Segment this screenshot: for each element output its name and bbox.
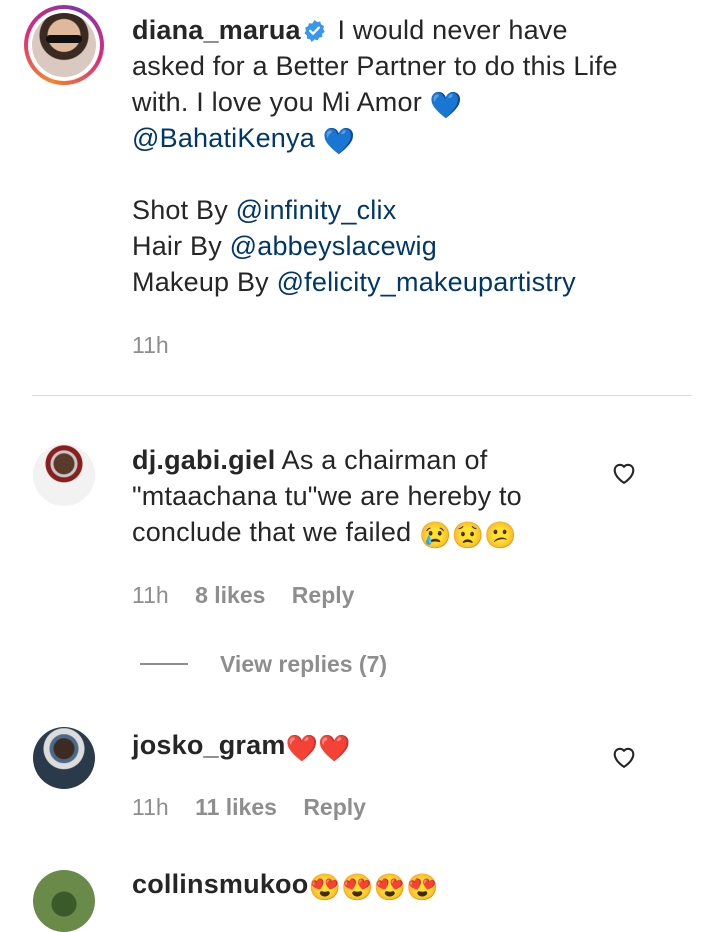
comment-meta: 11h 11 likes Reply <box>132 794 366 821</box>
comment-likes[interactable]: 8 likes <box>195 582 265 608</box>
verified-badge-icon <box>304 19 325 42</box>
comment-time: 11h <box>132 582 169 608</box>
divider <box>32 395 692 396</box>
reply-button[interactable]: Reply <box>303 794 366 820</box>
comment-emojis: ❤️❤️ <box>285 733 351 763</box>
comment-meta: 11h 8 likes Reply <box>132 582 354 609</box>
avatar[interactable] <box>33 727 95 789</box>
view-replies-button[interactable]: View replies (7) <box>220 651 387 678</box>
heart-outline-icon[interactable] <box>610 743 638 771</box>
comment-emojis: 😍😍😍😍 <box>308 872 439 902</box>
mention-link[interactable]: @abbeyslacewig <box>230 231 437 261</box>
avatar[interactable] <box>33 870 95 932</box>
comment-text: collinsmukoo 😍😍😍😍 <box>132 866 612 902</box>
blue-heart-emoji: 💙 <box>322 126 356 156</box>
blue-heart-emoji: 💙 <box>429 90 463 120</box>
caption-time: 11h <box>132 332 169 358</box>
caption-avatar[interactable] <box>24 5 104 85</box>
comment-username[interactable]: josko_gram <box>132 730 286 760</box>
comment-likes[interactable]: 11 likes <box>195 794 277 820</box>
caption-username[interactable]: diana_marua <box>132 15 301 45</box>
mention-link[interactable]: @infinity_clix <box>236 195 397 225</box>
comment-username[interactable]: collinsmukoo <box>132 869 308 899</box>
mention-link[interactable]: @felicity_makeupartistry <box>277 267 576 297</box>
replies-line <box>140 663 188 665</box>
comment-emojis: 😢😟😕 <box>418 520 517 550</box>
heart-outline-icon[interactable] <box>610 459 638 487</box>
comment-text: josko_gram ❤️❤️ <box>132 727 612 763</box>
mention-link[interactable]: @BahatiKenya <box>132 123 315 153</box>
comment-text: dj.gabi.giel As a chairman of "mtaachana… <box>132 445 522 550</box>
reply-button[interactable]: Reply <box>292 582 355 608</box>
comment-time: 11h <box>132 794 169 820</box>
comment-username[interactable]: dj.gabi.giel <box>132 445 275 475</box>
avatar-image <box>32 13 96 77</box>
avatar[interactable] <box>33 444 95 506</box>
caption-text: diana_marua I would never have asked for… <box>132 15 618 297</box>
